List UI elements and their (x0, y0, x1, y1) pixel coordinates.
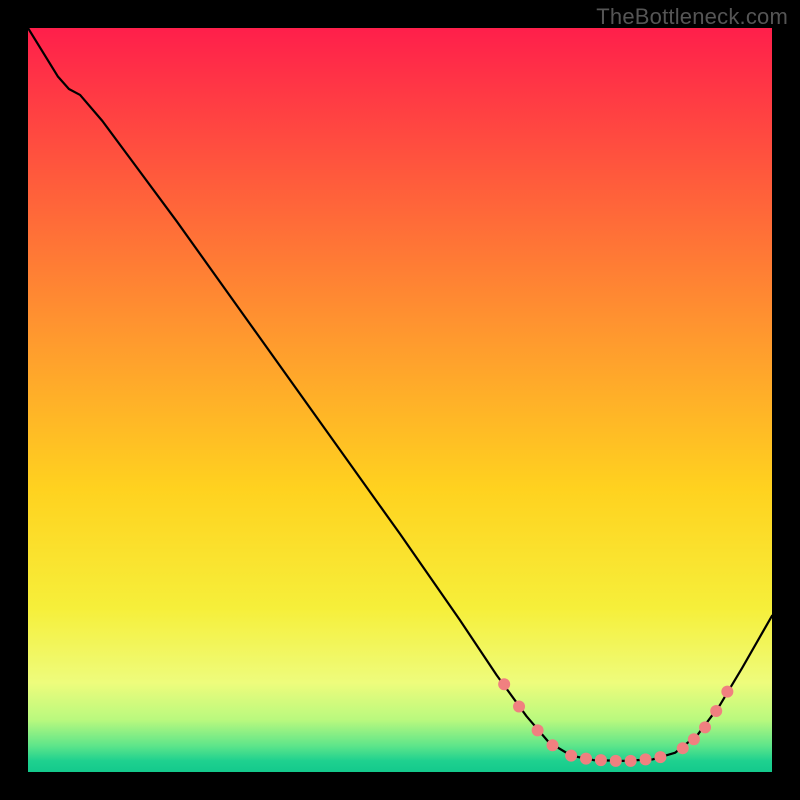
chart-plot (28, 28, 772, 772)
highlight-dot (640, 753, 652, 765)
highlight-dot (677, 742, 689, 754)
highlight-dot (498, 678, 510, 690)
highlight-dot (547, 739, 559, 751)
highlight-dot (610, 755, 622, 767)
highlight-dot (625, 755, 637, 767)
gradient-background (28, 28, 772, 772)
watermark-text: TheBottleneck.com (596, 4, 788, 30)
highlight-dot (595, 754, 607, 766)
chart-svg (28, 28, 772, 772)
highlight-dot (654, 751, 666, 763)
highlight-dot (565, 750, 577, 762)
highlight-dot (532, 724, 544, 736)
highlight-dot (721, 686, 733, 698)
highlight-dot (699, 721, 711, 733)
highlight-dot (580, 753, 592, 765)
highlight-dot (688, 733, 700, 745)
highlight-dot (513, 701, 525, 713)
highlight-dot (710, 705, 722, 717)
chart-stage: TheBottleneck.com (0, 0, 800, 800)
